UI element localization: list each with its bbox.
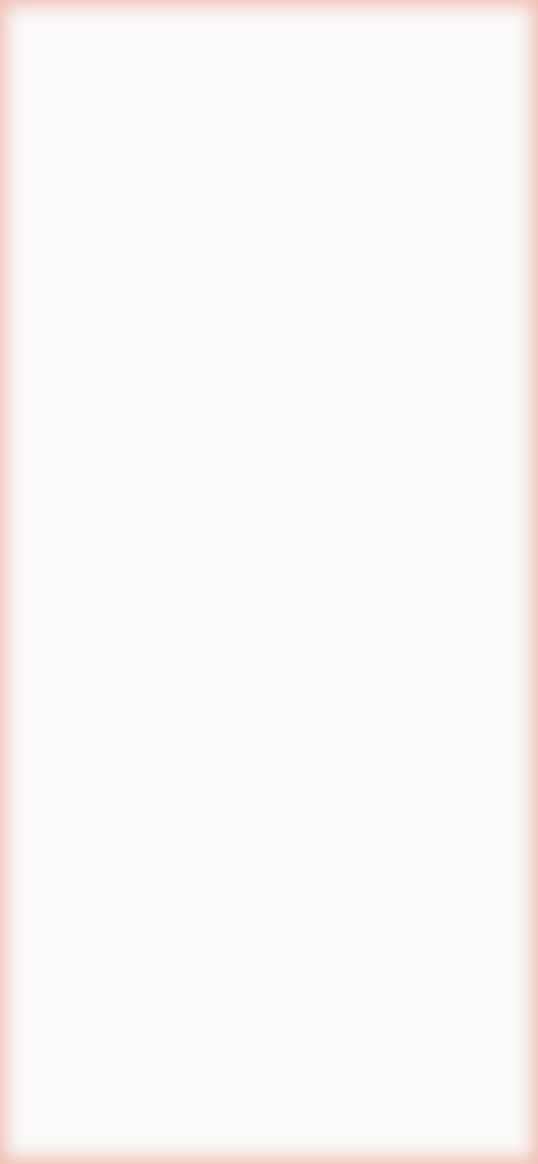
net-balance-card: Saldo Netto 52.279,40 € xyxy=(28,728,502,862)
upload-invoices-button[interactable]: Carica Fatture xyxy=(30,196,231,251)
transaction-amount: +5500,00 xyxy=(363,1073,443,1094)
total-revenue-value: 55.000,00 € xyxy=(62,425,226,460)
total-revenue-card: Totale Fatturato 55.000,00 € 7 fatture xyxy=(30,366,500,517)
tab-received-invoices[interactable]: Fatture Ricevute xyxy=(320,286,495,331)
total-revenue-label: Totale Fatturato xyxy=(62,400,181,419)
pencil-icon[interactable] xyxy=(393,1012,423,1042)
page-subtitle: Tutte le tue fatture emesse e ricevute xyxy=(31,149,353,171)
top-header: Pyva xyxy=(0,0,538,71)
transaction-title: Fattura 2026/007 - Eta Solu... xyxy=(53,1062,318,1084)
total-expenses-value: 2720,60 € xyxy=(62,607,200,642)
total-revenue-count: 7 fatture xyxy=(62,470,116,486)
total-expenses-card: Totale Spese 2720,60 € 4 movimenti xyxy=(30,548,500,699)
chevron-down-icon xyxy=(112,919,128,928)
message-plus-icon xyxy=(461,998,485,1022)
fab-assistant-button[interactable] xyxy=(447,1074,508,1135)
file-upload-icon xyxy=(468,933,487,956)
filters-toggle[interactable]: Filtri xyxy=(30,891,500,954)
net-balance-value: 52.279,40 € xyxy=(61,792,225,827)
tab-issued-invoices[interactable]: Fatture Emesse xyxy=(148,286,311,331)
tab-all[interactable]: Tutti xyxy=(35,286,140,331)
status-badge: Validata xyxy=(299,1013,376,1041)
disclaimer-info-icon xyxy=(20,1126,39,1145)
fab-upload-button[interactable] xyxy=(447,914,508,975)
fab-chat-button[interactable] xyxy=(438,975,508,1045)
disclaimer-text: Questo strumento fornisce calcoli indica… xyxy=(82,1118,484,1154)
invoice-tabs: Tutti Fatture Emesse Fatture Ricevute xyxy=(30,281,500,337)
filters-label: Filtri xyxy=(56,914,93,933)
upload-invoices-label: Carica Fatture xyxy=(88,213,203,233)
app-logo[interactable]: Pyva xyxy=(79,24,122,46)
page-scrollbar[interactable] xyxy=(531,72,536,517)
moon-icon[interactable] xyxy=(472,22,500,50)
hamburger-menu-icon[interactable] xyxy=(30,24,55,46)
total-expenses-count: 4 movimenti xyxy=(62,652,141,668)
info-icon[interactable] xyxy=(165,763,192,790)
robot-icon xyxy=(465,1094,490,1114)
upload-icon xyxy=(60,216,75,231)
net-balance-label: Saldo Netto xyxy=(61,767,150,786)
page-title: Movimenti xyxy=(31,104,180,137)
transaction-date: 01/12/2026 xyxy=(53,1018,139,1037)
total-expenses-label: Totale Spese xyxy=(62,582,161,601)
app-root: Pyva Movimenti Tutte le tue fatture emes… xyxy=(0,0,538,1164)
